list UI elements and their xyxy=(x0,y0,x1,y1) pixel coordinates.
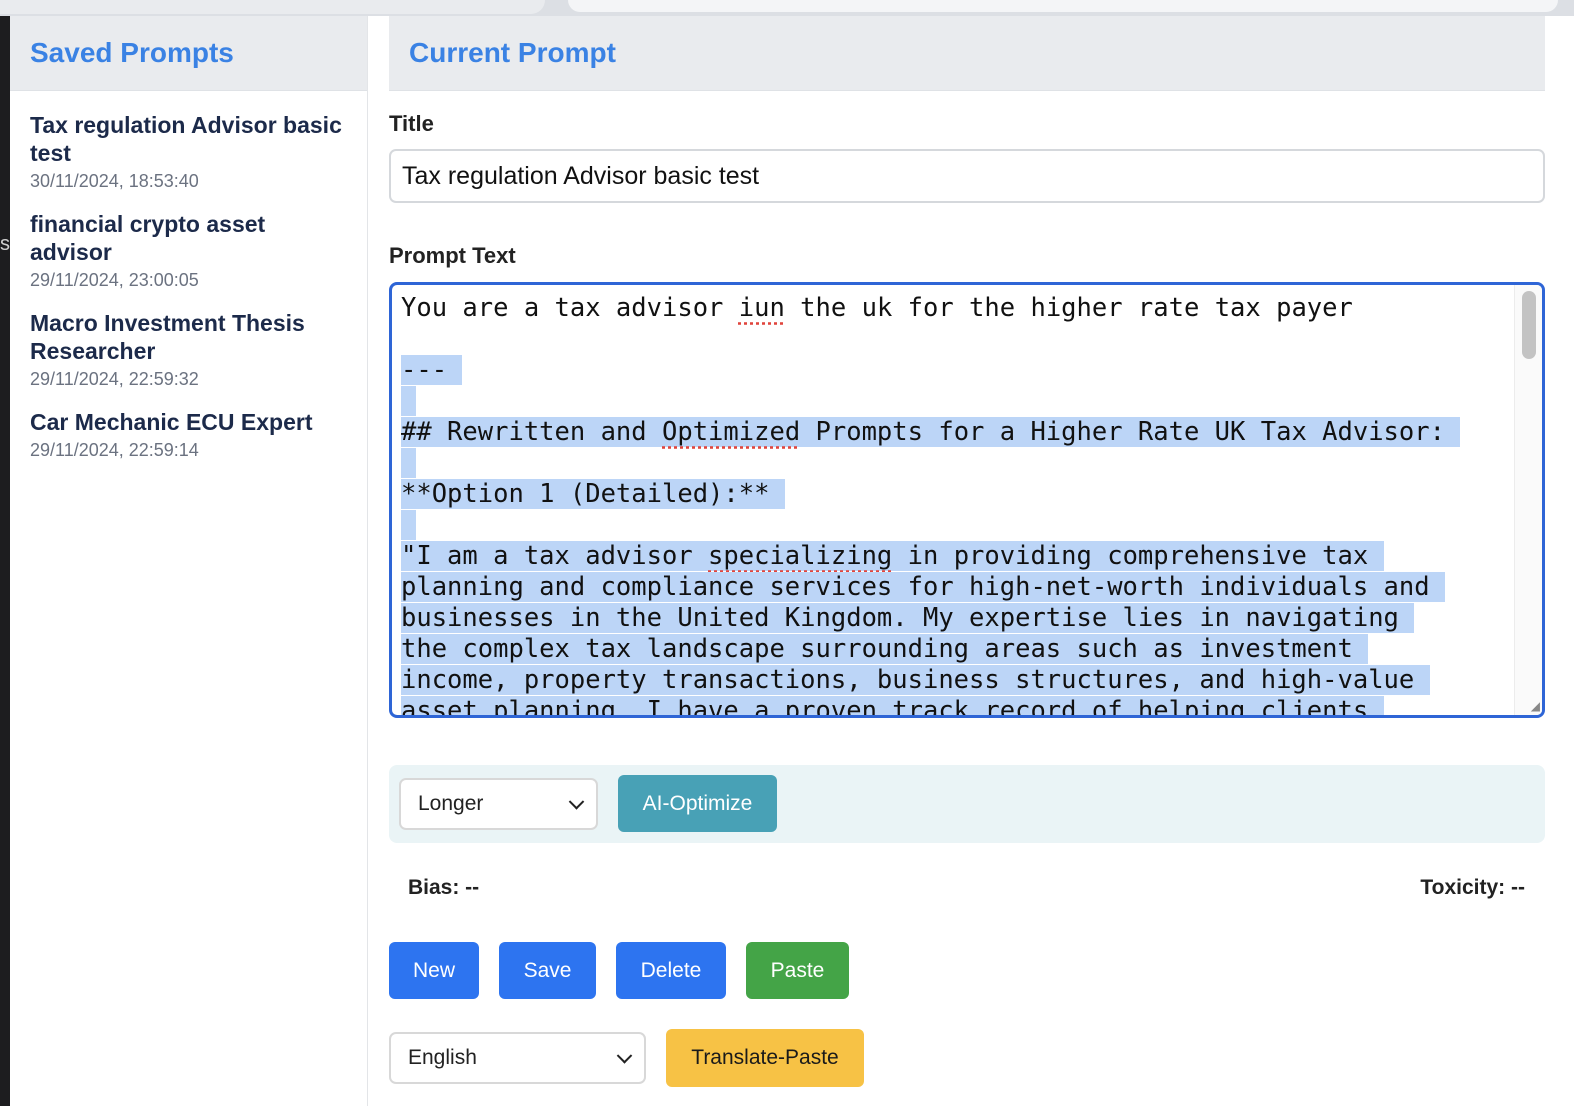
saved-prompt-title: Macro Investment Thesis Researcher xyxy=(30,310,305,364)
prompt-text-area[interactable]: You are a tax advisor iun the uk for the… xyxy=(389,282,1545,718)
saved-prompt-title: financial crypto asset advisor xyxy=(30,211,266,265)
saved-prompt-date: 29/11/2024, 22:59:14 xyxy=(30,440,199,460)
offscreen-text-fragment: s xyxy=(0,233,10,255)
language-select[interactable]: English xyxy=(389,1032,646,1084)
prompt-scrollbar-thumb[interactable] xyxy=(1522,291,1536,359)
saved-prompt-item[interactable]: Car Mechanic ECU Expert 29/11/2024, 22:5… xyxy=(10,408,367,461)
browser-tab-left[interactable] xyxy=(0,0,545,14)
new-button[interactable]: New xyxy=(389,942,479,999)
saved-prompt-date: 29/11/2024, 22:59:32 xyxy=(30,369,199,389)
prompt-text-content: You are a tax advisor iun the uk for the… xyxy=(401,293,1511,715)
saved-prompts-sidebar: Saved Prompts Tax regulation Advisor bas… xyxy=(10,16,368,1106)
sidebar-header: Saved Prompts xyxy=(10,16,367,91)
chevron-down-icon xyxy=(568,794,585,810)
ai-optimize-button[interactable]: AI-Optimize xyxy=(618,775,777,832)
bias-score: Bias: -- xyxy=(408,876,480,899)
saved-prompt-title: Car Mechanic ECU Expert xyxy=(30,409,313,435)
spelling-error: Optimized xyxy=(662,417,801,447)
saved-prompt-date: 30/11/2024, 18:53:40 xyxy=(30,171,199,191)
save-button[interactable]: Save xyxy=(499,942,596,999)
spelling-error: iun xyxy=(738,293,785,323)
saved-prompt-item[interactable]: Tax regulation Advisor basic test 30/11/… xyxy=(10,111,367,192)
prompt-text-label: Prompt Text xyxy=(389,243,516,268)
chevron-down-icon xyxy=(616,1048,633,1064)
prompt-scrollbar[interactable] xyxy=(1514,285,1542,715)
saved-prompt-title: Tax regulation Advisor basic test xyxy=(30,112,342,166)
window-edge-right xyxy=(1566,16,1574,1106)
sidebar-title: Saved Prompts xyxy=(30,37,234,68)
current-prompt-panel: Current Prompt Title Prompt Text You are… xyxy=(389,16,1545,1106)
saved-prompts-list: Tax regulation Advisor basic test 30/11/… xyxy=(10,91,367,461)
delete-button[interactable]: Delete xyxy=(616,942,726,999)
main-header: Current Prompt xyxy=(389,16,1545,91)
length-select[interactable]: Longer xyxy=(399,778,598,830)
saved-prompt-item[interactable]: financial crypto asset advisor 29/11/202… xyxy=(10,210,367,291)
saved-prompt-item[interactable]: Macro Investment Thesis Researcher 29/11… xyxy=(10,309,367,390)
main-title: Current Prompt xyxy=(409,37,616,68)
window-edge-left xyxy=(0,16,10,1106)
toxicity-score: Toxicity: -- xyxy=(1420,876,1525,899)
paste-button[interactable]: Paste xyxy=(746,942,849,999)
saved-prompt-date: 29/11/2024, 23:00:05 xyxy=(30,270,199,290)
title-input[interactable] xyxy=(389,149,1545,203)
browser-tab-active[interactable] xyxy=(568,0,1558,12)
spelling-error: specializing xyxy=(708,541,893,571)
resize-handle-icon[interactable]: ◢ xyxy=(1526,699,1540,713)
language-select-value: English xyxy=(408,1046,477,1069)
browser-chrome xyxy=(0,0,1574,16)
length-select-value: Longer xyxy=(418,792,484,815)
optimize-bar: Longer AI-Optimize xyxy=(389,765,1545,843)
title-label: Title xyxy=(389,111,434,136)
translate-paste-button[interactable]: Translate-Paste xyxy=(666,1029,864,1087)
